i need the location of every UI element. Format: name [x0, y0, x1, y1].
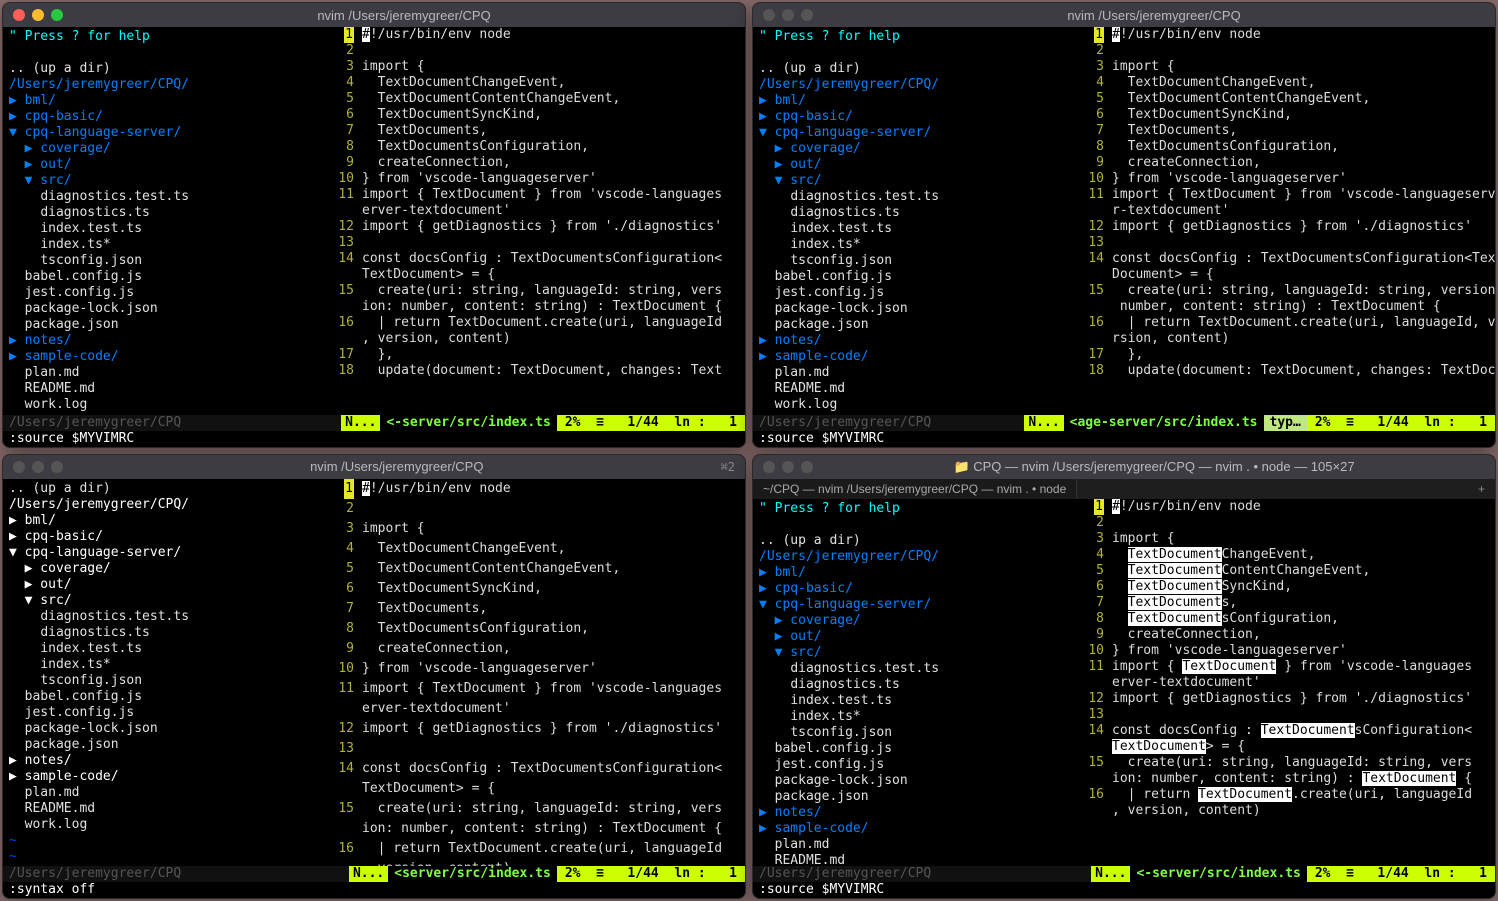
status-position: 2% ≡ 1/44 ln : 1 — [557, 866, 745, 882]
terminal-window-1: nvim /Users/jeremygreer/CPQ " Press ? fo… — [2, 2, 746, 448]
editor-pane[interactable]: 1 2 3 4 5 6 7 8 9 10 11 12 13 14 15 16 #… — [1076, 499, 1495, 867]
editor-pane[interactable]: 1 2 3 4 5 6 7 8 9 10 11 12 13 14 15 16 1… — [1076, 27, 1495, 415]
status-left-path: /Users/jeremygreer/CPQ — [3, 415, 341, 431]
file-tree-pane[interactable]: " Press ? for help .. (up a dir) /Users/… — [753, 499, 1076, 867]
tab-label: ~/CPQ — nvim /Users/jeremygreer/CPQ — nv… — [763, 482, 1066, 496]
code-area[interactable]: #!/usr/bin/env node import { TextDocumen… — [362, 27, 745, 415]
file-tree-pane[interactable]: " Press ? for help .. (up a dir) /Users/… — [753, 27, 1076, 415]
status-left-path: /Users/jeremygreer/CPQ — [753, 866, 1091, 882]
titlebar[interactable]: 📁 CPQ — nvim /Users/jeremygreer/CPQ — nv… — [753, 455, 1495, 479]
command-line[interactable]: :source $MYVIMRC — [3, 431, 745, 447]
mode-indicator: N... — [1091, 866, 1130, 882]
mode-indicator: N... — [349, 866, 388, 882]
terminal-body[interactable]: " Press ? for help .. (up a dir) /Users/… — [753, 499, 1495, 867]
terminal-window-4: 📁 CPQ — nvim /Users/jeremygreer/CPQ — nv… — [752, 454, 1496, 900]
titlebar[interactable]: nvim /Users/jeremygreer/CPQ — [3, 3, 745, 27]
status-filename: <-server/src/index.ts — [1130, 866, 1306, 882]
status-position: 2% ≡ 1/44 ln : 1 — [1307, 415, 1495, 431]
window-tab-indicator: ⌘2 — [721, 460, 735, 474]
status-filetype: typ… — [1264, 415, 1307, 431]
close-icon[interactable] — [13, 9, 25, 21]
titlebar[interactable]: nvim /Users/jeremygreer/CPQ ⌘2 — [3, 455, 745, 479]
window-title: nvim /Users/jeremygreer/CPQ — [73, 459, 721, 474]
traffic-lights — [13, 461, 63, 473]
status-line: /Users/jeremygreer/CPQ N... <server/src/… — [3, 866, 745, 882]
status-line: /Users/jeremygreer/CPQ N... <-server/src… — [3, 415, 745, 431]
close-icon[interactable] — [13, 461, 25, 473]
terminal-body[interactable]: " Press ? for help .. (up a dir) /Users/… — [753, 27, 1495, 415]
status-filename: <-server/src/index.ts — [380, 415, 556, 431]
command-line[interactable]: :source $MYVIMRC — [753, 882, 1495, 898]
status-filename: <server/src/index.ts — [388, 866, 557, 882]
status-line: /Users/jeremygreer/CPQ N... <-server/src… — [753, 866, 1495, 882]
minimize-icon[interactable] — [32, 461, 44, 473]
close-icon[interactable] — [763, 461, 775, 473]
line-number-gutter: 1 2 3 4 5 6 7 8 9 10 11 12 13 14 15 16 1… — [326, 27, 362, 415]
minimize-icon[interactable] — [782, 9, 794, 21]
minimize-icon[interactable] — [32, 9, 44, 21]
status-position: 2% ≡ 1/44 ln : 1 — [557, 415, 745, 431]
status-left-path: /Users/jeremygreer/CPQ — [3, 866, 349, 882]
tab-active[interactable]: ~/CPQ — nvim /Users/jeremygreer/CPQ — nv… — [753, 479, 1077, 499]
desktop: nvim /Users/jeremygreer/CPQ " Press ? fo… — [0, 0, 1498, 901]
new-tab-button[interactable]: + — [1468, 482, 1495, 496]
zoom-icon[interactable] — [51, 9, 63, 21]
tab-bar[interactable]: ~/CPQ — nvim /Users/jeremygreer/CPQ — nv… — [753, 479, 1495, 499]
zoom-icon[interactable] — [801, 461, 813, 473]
status-left-path: /Users/jeremygreer/CPQ — [753, 415, 1024, 431]
status-position: 2% ≡ 1/44 ln : 1 — [1307, 866, 1495, 882]
window-title: nvim /Users/jeremygreer/CPQ — [73, 8, 735, 23]
status-line: /Users/jeremygreer/CPQ N... <age-server/… — [753, 415, 1495, 431]
code-area[interactable]: #!/usr/bin/env node import { TextDocumen… — [1112, 499, 1495, 867]
terminal-window-2: nvim /Users/jeremygreer/CPQ " Press ? fo… — [752, 2, 1496, 448]
terminal-window-3: nvim /Users/jeremygreer/CPQ ⌘2 .. (up a … — [2, 454, 746, 900]
traffic-lights — [763, 9, 813, 21]
titlebar[interactable]: nvim /Users/jeremygreer/CPQ — [753, 3, 1495, 27]
line-number-gutter: 1 2 3 4 5 6 7 8 9 10 11 12 13 14 15 16 1… — [326, 479, 362, 867]
file-tree-pane[interactable]: .. (up a dir) /Users/jeremygreer/CPQ/ ▶ … — [3, 479, 326, 867]
command-line[interactable]: :syntax off — [3, 882, 745, 898]
window-title: nvim /Users/jeremygreer/CPQ — [823, 8, 1485, 23]
window-title: 📁 CPQ — nvim /Users/jeremygreer/CPQ — nv… — [823, 459, 1485, 475]
editor-pane[interactable]: 1 2 3 4 5 6 7 8 9 10 11 12 13 14 15 16 1… — [326, 479, 745, 867]
zoom-icon[interactable] — [801, 9, 813, 21]
minimize-icon[interactable] — [782, 461, 794, 473]
status-filename: <age-server/src/index.ts — [1064, 415, 1264, 431]
close-icon[interactable] — [763, 9, 775, 21]
code-area[interactable]: #!/usr/bin/env node import { TextDocumen… — [362, 479, 745, 867]
mode-indicator: N... — [1024, 415, 1063, 431]
terminal-body[interactable]: .. (up a dir) /Users/jeremygreer/CPQ/ ▶ … — [3, 479, 745, 867]
code-area[interactable]: #!/usr/bin/env node import { TextDocumen… — [1112, 27, 1495, 415]
zoom-icon[interactable] — [51, 461, 63, 473]
command-line[interactable]: :source $MYVIMRC — [753, 431, 1495, 447]
line-number-gutter: 1 2 3 4 5 6 7 8 9 10 11 12 13 14 15 16 1… — [1076, 27, 1112, 415]
traffic-lights — [13, 9, 63, 21]
file-tree-pane[interactable]: " Press ? for help .. (up a dir) /Users/… — [3, 27, 326, 415]
editor-pane[interactable]: 1 2 3 4 5 6 7 8 9 10 11 12 13 14 15 16 1… — [326, 27, 745, 415]
mode-indicator: N... — [341, 415, 380, 431]
terminal-body[interactable]: " Press ? for help .. (up a dir) /Users/… — [3, 27, 745, 415]
traffic-lights — [763, 461, 813, 473]
line-number-gutter: 1 2 3 4 5 6 7 8 9 10 11 12 13 14 15 16 — [1076, 499, 1112, 867]
